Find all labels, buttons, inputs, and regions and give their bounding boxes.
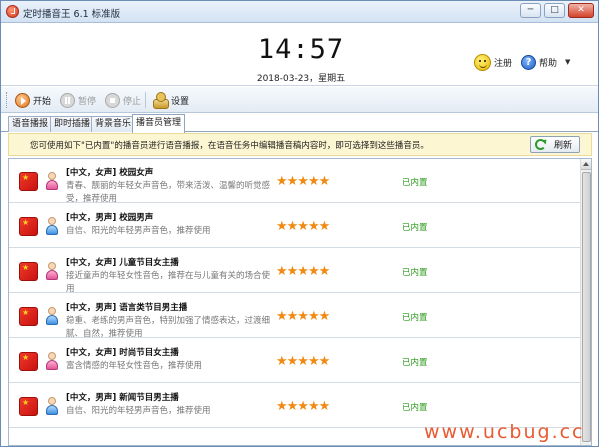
chevron-down-icon[interactable]: ▼ bbox=[565, 58, 570, 66]
china-flag-icon bbox=[19, 352, 38, 371]
rating-stars: ★★★★★ bbox=[276, 264, 330, 279]
current-time: 14:57 bbox=[257, 34, 345, 65]
help-label: 帮助 bbox=[539, 58, 558, 69]
voice-description: 自信、阳光的年轻男声音色，推荐使用 bbox=[66, 406, 211, 416]
status-badge: 已内置 bbox=[402, 268, 428, 278]
voice-name: [中文，女声] 校园女声 bbox=[66, 168, 154, 178]
tab-bar: 语音播报 即时插播 背景音乐 播音员管理 bbox=[1, 114, 598, 133]
rating-stars: ★★★★★ bbox=[276, 354, 330, 369]
china-flag-icon bbox=[19, 217, 38, 236]
toolbar-separator bbox=[145, 92, 146, 108]
title-bar[interactable]: 定时播音王 6.1 标准版 ─ □ ✕ bbox=[1, 1, 598, 23]
tab-background-music[interactable]: 背景音乐 bbox=[91, 116, 136, 132]
stop-icon bbox=[105, 92, 120, 108]
app-window: 定时播音王 6.1 标准版 ─ □ ✕ 14:57 2018-03-23，星期五… bbox=[0, 0, 599, 447]
male-avatar-icon bbox=[46, 217, 58, 236]
register-label: 注册 bbox=[494, 58, 513, 69]
window-title: 定时播音王 6.1 标准版 bbox=[23, 9, 121, 20]
voice-description: 接近童声的年轻女性音色，推荐在与儿童有关的场合使用 bbox=[66, 271, 271, 294]
status-badge: 已内置 bbox=[402, 313, 428, 323]
clock-panel: 14:57 2018-03-23，星期五 注册 ? 帮助 ▼ bbox=[1, 24, 598, 86]
settings-label: 设置 bbox=[171, 96, 190, 107]
pause-button[interactable]: 暂停 bbox=[60, 90, 96, 110]
tab-instant-insert[interactable]: 即时插播 bbox=[50, 116, 95, 132]
scrollbar-thumb[interactable] bbox=[582, 172, 591, 442]
china-flag-icon bbox=[19, 397, 38, 416]
toolbar-grip[interactable] bbox=[6, 92, 9, 108]
rating-stars: ★★★★★ bbox=[276, 219, 330, 234]
female-avatar-icon bbox=[46, 172, 58, 191]
voice-description: 稳重、老练的男声音色，特别加强了情感表达，过渡细腻、自然，推荐使用 bbox=[66, 316, 271, 339]
info-banner-text: 您可使用如下"已内置"的播音员进行语音播报，在语音任务中编辑播音稿内容时，即可选… bbox=[30, 141, 429, 151]
settings-icon bbox=[152, 92, 169, 109]
voice-description: 自信、阳光的年轻男声音色，推荐使用 bbox=[66, 226, 211, 236]
smile-icon bbox=[474, 53, 491, 71]
close-button[interactable]: ✕ bbox=[568, 3, 594, 18]
rating-stars: ★★★★★ bbox=[276, 399, 330, 414]
refresh-icon bbox=[535, 139, 546, 150]
china-flag-icon bbox=[19, 172, 38, 191]
voice-name: [中文，男声] 校园男声 bbox=[66, 213, 154, 223]
settings-button[interactable]: 设置 bbox=[152, 90, 189, 110]
play-icon bbox=[15, 92, 30, 108]
list-item[interactable]: [中文，女声] 校园女声 青春、靓丽的年轻女声音色，带来活泼、温馨的听觉感受，推… bbox=[9, 159, 580, 204]
status-badge: 已内置 bbox=[402, 223, 428, 233]
refresh-button[interactable]: 刷新 bbox=[530, 136, 580, 153]
status-badge: 已内置 bbox=[402, 358, 428, 368]
status-badge: 已内置 bbox=[402, 178, 428, 188]
voice-name: [中文，女声] 时尚节目女主播 bbox=[66, 348, 179, 358]
male-avatar-icon bbox=[46, 397, 58, 416]
rating-stars: ★★★★★ bbox=[276, 309, 330, 324]
list-item[interactable]: [中文，男声] 语言类节目男主播 稳重、老练的男声音色，特别加强了情感表达，过渡… bbox=[9, 294, 580, 339]
pause-label: 暂停 bbox=[78, 96, 97, 107]
voice-description: 青春、靓丽的年轻女声音色，带来活泼、温馨的听觉感受，推荐使用 bbox=[66, 181, 271, 204]
stop-button[interactable]: 停止 bbox=[105, 90, 141, 110]
stop-label: 停止 bbox=[123, 96, 142, 107]
toolbar: 开始 暂停 停止 设置 bbox=[1, 87, 598, 113]
help-button[interactable]: ? 帮助 ▼ bbox=[521, 52, 570, 72]
start-button[interactable]: 开始 bbox=[15, 90, 51, 110]
site-watermark: www.ucbug.cc bbox=[424, 421, 585, 443]
current-date: 2018-03-23，星期五 bbox=[256, 74, 346, 84]
voice-name: [中文，女声] 儿童节目女主播 bbox=[66, 258, 179, 268]
china-flag-icon bbox=[19, 307, 38, 326]
voice-name: [中文，男声] 新闻节目男主播 bbox=[66, 393, 179, 403]
minimize-button[interactable]: ─ bbox=[520, 3, 541, 18]
tab-voice-broadcast[interactable]: 语音播报 bbox=[8, 116, 53, 132]
pause-icon bbox=[60, 92, 75, 108]
list-item[interactable]: [中文，女声] 儿童节目女主播 接近童声的年轻女性音色，推荐在与儿童有关的场合使… bbox=[9, 249, 580, 294]
app-logo-icon bbox=[6, 5, 19, 18]
start-label: 开始 bbox=[33, 96, 52, 107]
refresh-label: 刷新 bbox=[554, 141, 573, 151]
register-button[interactable]: 注册 bbox=[474, 52, 512, 72]
rating-stars: ★★★★★ bbox=[276, 174, 330, 189]
voice-name: [中文，男声] 语言类节目男主播 bbox=[66, 303, 188, 313]
list-item[interactable]: [中文，男声] 校园男声 自信、阳光的年轻男声音色，推荐使用 ★★★★★ 已内置 bbox=[9, 204, 580, 248]
scroll-up-arrow-icon[interactable] bbox=[581, 159, 591, 170]
maximize-button[interactable]: □ bbox=[544, 3, 565, 18]
voice-description: 富含情感的年轻女性音色，推荐使用 bbox=[66, 361, 203, 371]
announcer-list[interactable]: [中文，女声] 校园女声 青春、靓丽的年轻女声音色，带来活泼、温馨的听觉感受，推… bbox=[8, 158, 592, 446]
list-item[interactable]: [中文，女声] 时尚节目女主播 富含情感的年轻女性音色，推荐使用 ★★★★★ 已… bbox=[9, 339, 580, 383]
vertical-scrollbar[interactable] bbox=[580, 159, 591, 445]
male-avatar-icon bbox=[46, 307, 58, 326]
status-badge: 已内置 bbox=[402, 403, 428, 413]
help-icon: ? bbox=[521, 54, 536, 70]
female-avatar-icon bbox=[46, 352, 58, 371]
china-flag-icon bbox=[19, 262, 38, 281]
tab-announcer-management[interactable]: 播音员管理 bbox=[132, 114, 186, 133]
info-banner: 您可使用如下"已内置"的播音员进行语音播报，在语音任务中编辑播音稿内容时，即可选… bbox=[8, 133, 592, 156]
female-avatar-icon bbox=[46, 262, 58, 281]
